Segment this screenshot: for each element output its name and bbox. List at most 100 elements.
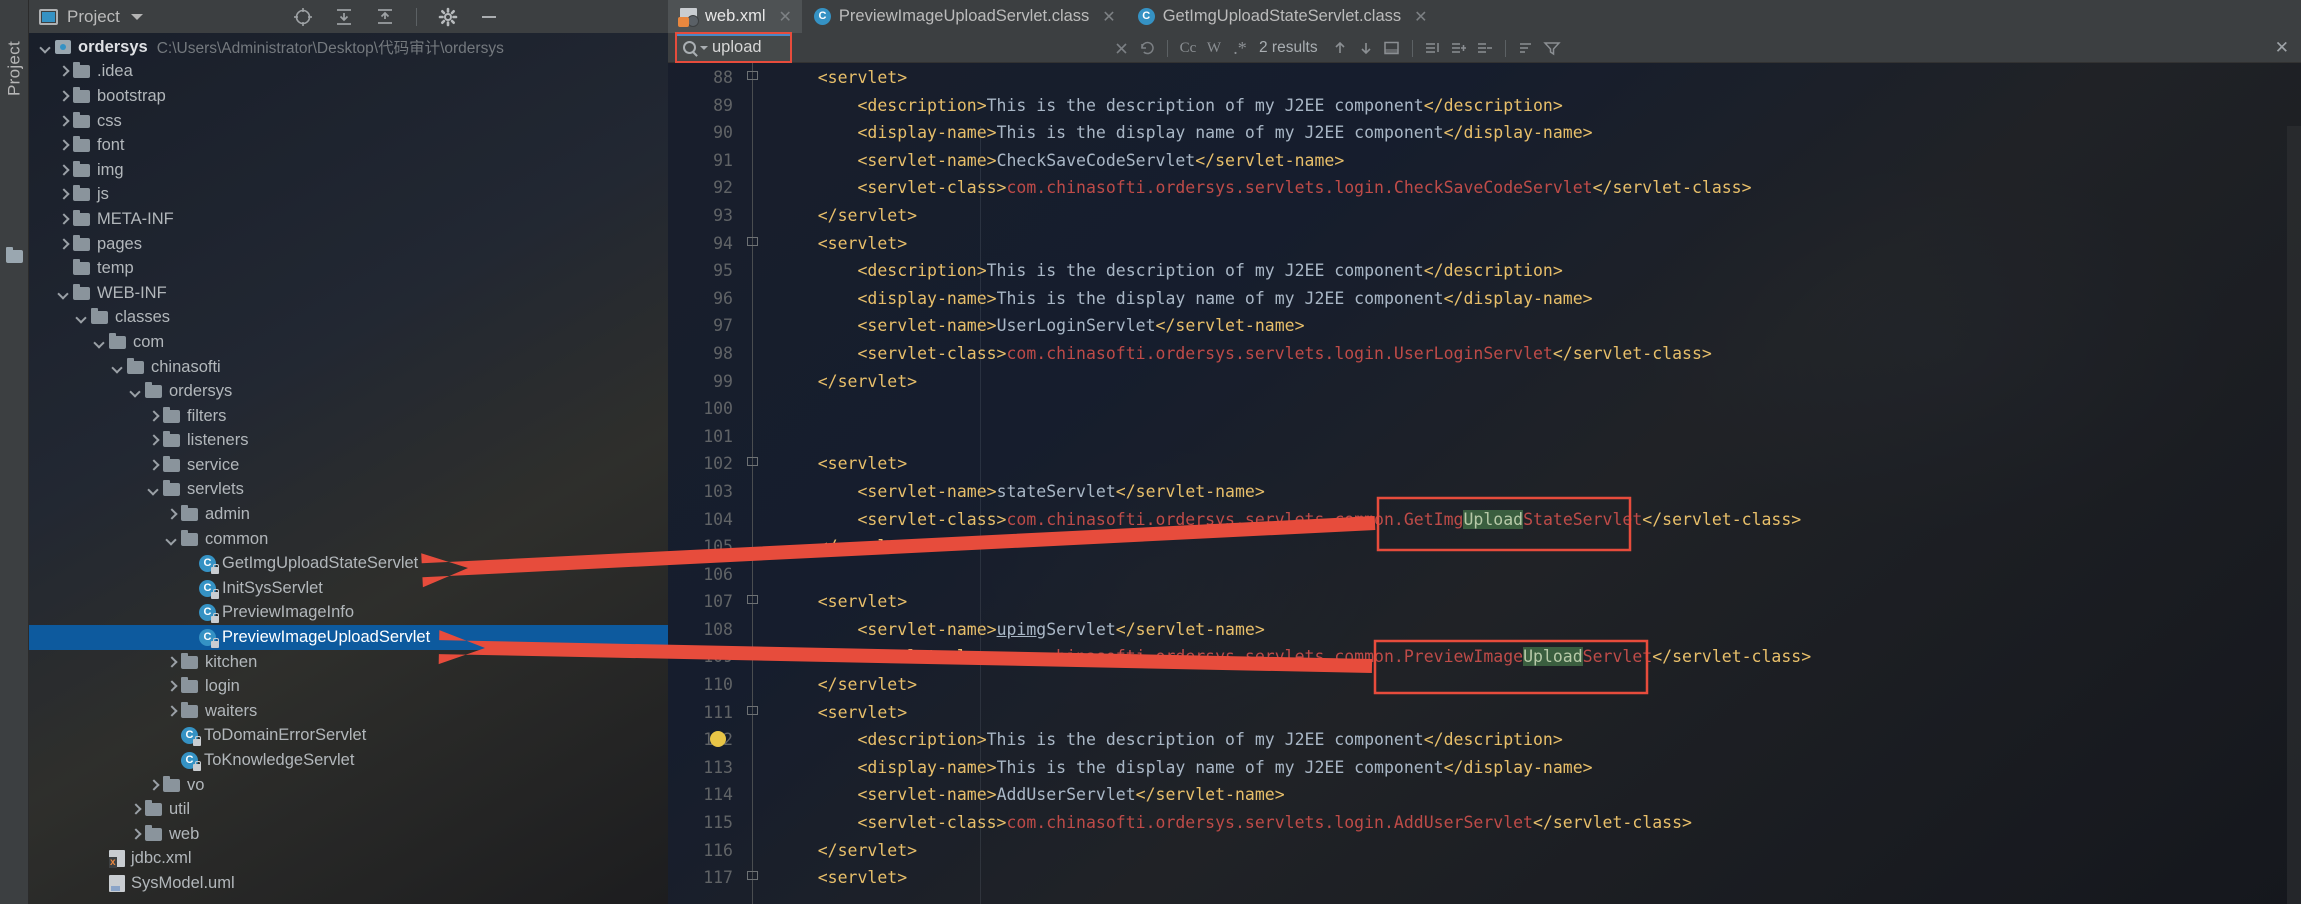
chevron-down-icon[interactable] — [130, 13, 143, 20]
tree-row[interactable]: service — [29, 453, 668, 478]
select-all-occurrences-icon[interactable] — [1420, 35, 1446, 61]
tree-row[interactable]: C PreviewImageUploadServlet — [29, 625, 668, 650]
close-tab-icon[interactable]: ✕ — [779, 7, 792, 27]
next-occurrence-icon[interactable] — [1353, 35, 1379, 61]
add-selection-icon[interactable] — [1446, 35, 1472, 61]
search-history-icon[interactable] — [1134, 35, 1160, 61]
tree-row[interactable]: css — [29, 109, 668, 134]
chevron-right-icon[interactable] — [147, 459, 160, 472]
chevron-right-icon[interactable] — [165, 680, 178, 693]
tree-row[interactable]: pages — [29, 232, 668, 257]
prev-occurrence-icon[interactable] — [1327, 35, 1353, 61]
search-field-container[interactable] — [675, 32, 792, 63]
chevron-down-icon[interactable] — [165, 533, 178, 546]
editor-tab-0[interactable]: web.xml ✕ — [668, 0, 802, 33]
settings-gear-icon[interactable] — [438, 7, 458, 27]
editor-scrollbar[interactable] — [2287, 126, 2301, 904]
tree-row[interactable]: common — [29, 527, 668, 552]
fold-toggle-icon[interactable] — [746, 705, 759, 718]
chevron-down-icon[interactable] — [75, 311, 88, 324]
search-input[interactable] — [712, 38, 784, 57]
tree-row[interactable]: kitchen — [29, 650, 668, 675]
tree-row[interactable]: login — [29, 674, 668, 699]
filter-icon[interactable] — [1539, 35, 1565, 61]
tree-row[interactable]: waiters — [29, 699, 668, 724]
tree-row[interactable]: web — [29, 822, 668, 847]
code-folding-gutter[interactable] — [742, 63, 764, 904]
code-content[interactable]: <servlet> <description>This is the descr… — [764, 63, 2301, 904]
tree-row[interactable]: jdbc.xml — [29, 847, 668, 872]
tree-row[interactable]: SysModel.uml — [29, 871, 668, 896]
chevron-right-icon[interactable] — [57, 139, 70, 152]
tree-row[interactable]: C InitSysServlet — [29, 576, 668, 601]
tree-row[interactable]: servlets — [29, 478, 668, 503]
tree-row[interactable]: temp — [29, 256, 668, 281]
chevron-down-icon[interactable] — [93, 336, 106, 349]
chevron-right-icon[interactable] — [129, 803, 142, 816]
chevron-right-icon[interactable] — [147, 410, 160, 423]
chevron-right-icon[interactable] — [147, 434, 160, 447]
open-in-find-window-icon[interactable] — [1379, 35, 1405, 61]
chevron-right-icon[interactable] — [165, 705, 178, 718]
chevron-down-icon[interactable] — [147, 483, 160, 496]
chevron-right-icon[interactable] — [165, 656, 178, 669]
code-editor[interactable]: 88 89 90 91 92 93 94 95 96 97 98 99 100 101 102 103 104 1… — [668, 63, 2301, 904]
chevron-down-icon[interactable] — [57, 287, 70, 300]
expand-all-icon[interactable] — [334, 7, 354, 27]
tree-row[interactable]: chinasofti — [29, 355, 668, 380]
remove-selection-icon[interactable] — [1472, 35, 1498, 61]
tree-row[interactable]: META-INF — [29, 207, 668, 232]
tree-row[interactable]: .idea — [29, 60, 668, 85]
chevron-down-icon[interactable] — [39, 41, 52, 54]
chevron-right-icon[interactable] — [57, 188, 70, 201]
structure-folder-icon[interactable] — [6, 247, 23, 263]
tree-row[interactable]: font — [29, 133, 668, 158]
words-icon[interactable]: W — [1201, 35, 1227, 61]
fold-toggle-icon[interactable] — [746, 236, 759, 249]
tree-row-project-root[interactable]: ordersys C:\Users\Administrator\Desktop\代… — [29, 35, 668, 60]
tree-row[interactable]: C ToKnowledgeServlet — [29, 748, 668, 773]
regex-icon[interactable]: .* — [1227, 35, 1253, 61]
chevron-right-icon[interactable] — [57, 164, 70, 177]
fold-toggle-icon[interactable] — [746, 70, 759, 83]
tree-row[interactable]: C PreviewImageInfo — [29, 601, 668, 626]
chevron-down-icon[interactable] — [111, 361, 124, 374]
fold-toggle-icon[interactable] — [746, 594, 759, 607]
chevron-right-icon[interactable] — [57, 238, 70, 251]
tree-row[interactable]: js — [29, 183, 668, 208]
project-tree[interactable]: ordersys C:\Users\Administrator\Desktop\代… — [29, 33, 668, 904]
tree-row[interactable]: C GetImgUploadStateServlet — [29, 551, 668, 576]
chevron-right-icon[interactable] — [165, 508, 178, 521]
tree-row[interactable]: util — [29, 797, 668, 822]
project-tool-button[interactable]: Project — [0, 8, 29, 128]
tree-row[interactable]: bootstrap — [29, 84, 668, 109]
tree-row[interactable]: img — [29, 158, 668, 183]
tree-row[interactable]: admin — [29, 502, 668, 527]
close-tab-icon[interactable]: ✕ — [1414, 7, 1427, 27]
chevron-right-icon[interactable] — [57, 115, 70, 128]
fold-toggle-icon[interactable] — [746, 456, 759, 469]
tree-row[interactable]: classes — [29, 306, 668, 331]
tree-row[interactable]: filters — [29, 404, 668, 429]
chevron-right-icon[interactable] — [147, 779, 160, 792]
locate-target-icon[interactable] — [293, 7, 313, 27]
editor-tab-1[interactable]: C PreviewImageUploadServlet.class ✕ — [802, 0, 1126, 33]
tree-row[interactable]: ordersys — [29, 379, 668, 404]
chevron-down-icon[interactable] — [129, 385, 142, 398]
clear-search-icon[interactable] — [1108, 35, 1134, 61]
collapse-all-icon[interactable] — [375, 7, 395, 27]
tree-row[interactable]: com — [29, 330, 668, 355]
tree-row[interactable]: C ToDomainErrorServlet — [29, 724, 668, 749]
editor-tab-2[interactable]: C GetImgUploadStateServlet.class ✕ — [1126, 0, 1438, 33]
chevron-right-icon[interactable] — [57, 213, 70, 226]
chevron-right-icon[interactable] — [57, 65, 70, 78]
preserve-case-icon[interactable] — [1513, 35, 1539, 61]
close-find-icon[interactable]: ✕ — [2275, 38, 2289, 58]
hide-panel-icon[interactable] — [479, 7, 499, 27]
chevron-right-icon[interactable] — [57, 90, 70, 103]
chevron-down-icon[interactable] — [700, 45, 708, 50]
tree-row[interactable]: WEB-INF — [29, 281, 668, 306]
tree-row[interactable]: listeners — [29, 429, 668, 454]
tree-row[interactable]: vo — [29, 773, 668, 798]
match-case-icon[interactable]: Cc — [1175, 35, 1201, 61]
